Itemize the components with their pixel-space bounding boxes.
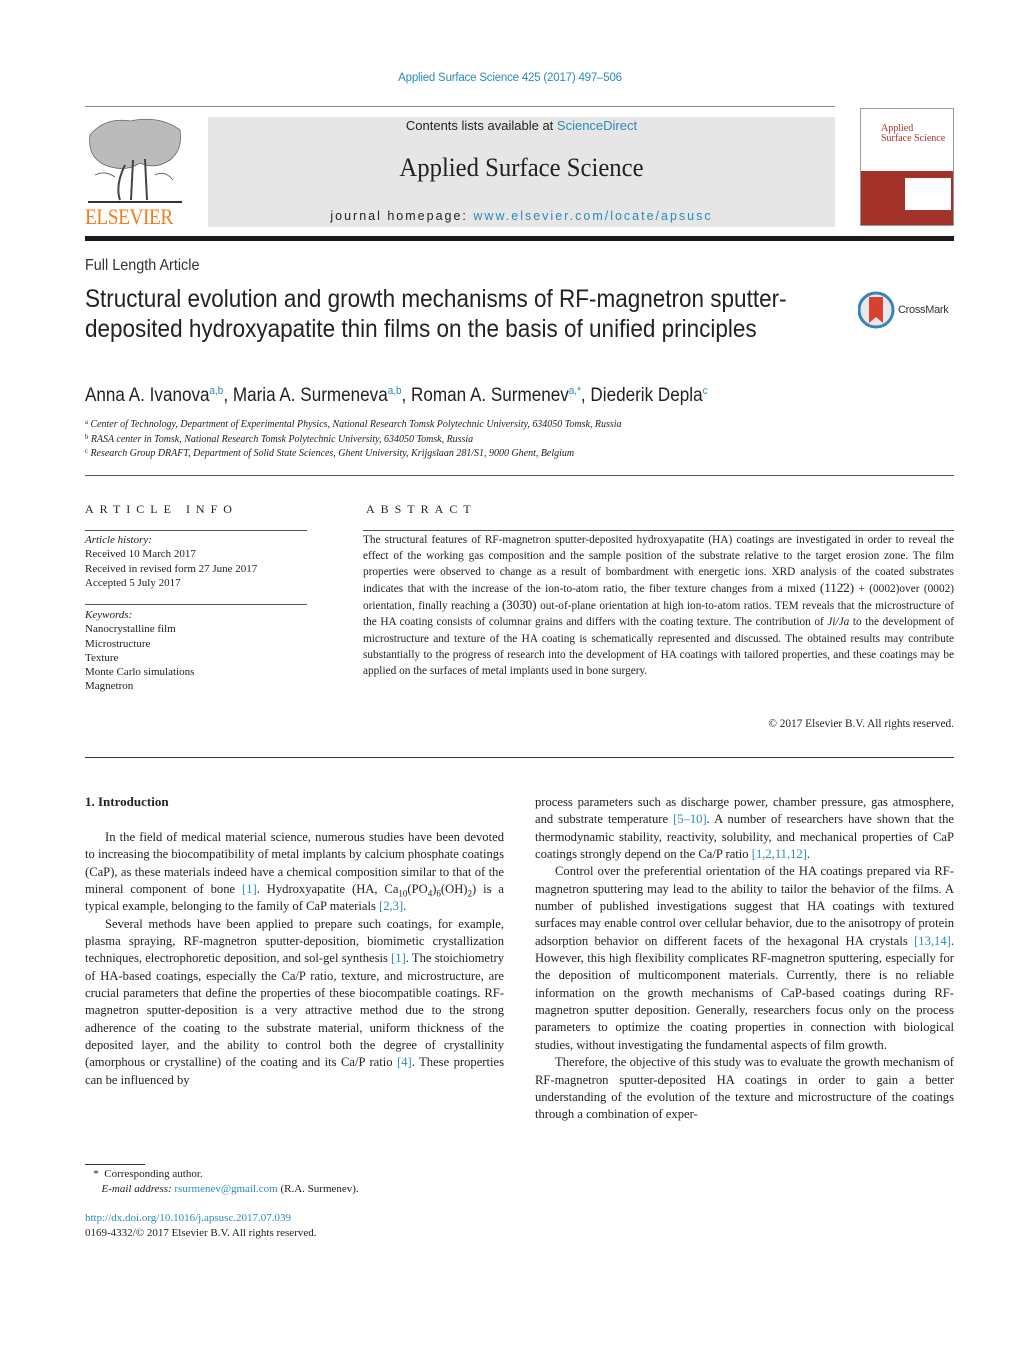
header-divider: [85, 106, 835, 107]
author-name[interactable]: Maria A. Surmeneva: [233, 385, 388, 406]
body-divider: [85, 757, 954, 758]
keywords-label: Keywords:: [85, 609, 133, 621]
citation-link[interactable]: [1]: [242, 882, 257, 896]
journal-homepage-line: journal homepage: www.elsevier.com/locat…: [208, 209, 835, 223]
affiliation-key: c: [85, 447, 88, 455]
paragraph: Therefore, the objective of this study w…: [535, 1055, 954, 1122]
keyword: Texture: [85, 651, 119, 664]
journal-banner: Contents lists available at ScienceDirec…: [208, 117, 835, 227]
section-divider: [85, 475, 954, 476]
sciencedirect-link[interactable]: ScienceDirect: [557, 118, 637, 133]
article-type: Full Length Article: [85, 257, 200, 274]
paragraph: Several methods have been applied to pre…: [85, 916, 504, 1087]
affiliation-text: RASA center in Tomsk, National Research …: [90, 434, 474, 445]
doi-block: http://dx.doi.org/10.1016/j.apsusc.2017.…: [85, 1211, 317, 1241]
article-title: Structural evolution and growth mechanis…: [85, 285, 787, 343]
paragraph: process parameters such as discharge pow…: [535, 795, 954, 862]
journal-cover-thumbnail[interactable]: Applied Surface Science: [860, 108, 954, 226]
homepage-prefix: journal homepage:: [330, 209, 474, 223]
footnotes: * Corresponding author. E-mail address: …: [85, 1167, 359, 1197]
cover-title: Applied Surface Science: [881, 124, 945, 144]
citation-link[interactable]: [13,14]: [914, 934, 951, 948]
affiliation-c: c Research Group DRAFT, Department of So…: [85, 447, 574, 459]
history-received: Received 10 March 2017: [85, 548, 196, 561]
author-affiliation-marker[interactable]: c: [703, 385, 708, 397]
info-divider: [85, 530, 307, 531]
article-history: Article history: Received 10 March 2017 …: [85, 533, 257, 590]
corresponding-author-note: * Corresponding author.: [93, 1168, 203, 1180]
cover-title-line2: Surface Science: [881, 133, 946, 144]
affiliation-key: b: [85, 433, 89, 441]
miller-index: (112̄2): [819, 580, 855, 596]
footnote-divider: [85, 1164, 145, 1165]
citation-link[interactable]: [5–10]: [673, 812, 707, 826]
citation-link[interactable]: [1]: [391, 951, 406, 965]
keyword: Microstructure: [85, 637, 151, 650]
journal-homepage-link[interactable]: www.elsevier.com/locate/apsusc: [473, 209, 712, 223]
journal-citation-link[interactable]: Applied Surface Science 425 (2017) 497–5…: [0, 72, 1020, 84]
citation-link[interactable]: [4]: [397, 1055, 412, 1069]
body-column-right: process parameters such as discharge pow…: [535, 794, 954, 1124]
contents-prefix: Contents lists available at: [405, 118, 557, 133]
journal-name: Applied Surface Science: [399, 153, 644, 182]
citation-link[interactable]: [2,3]: [379, 899, 403, 913]
affiliation-text: Research Group DRAFT, Department of Soli…: [90, 448, 575, 459]
keywords: Keywords: Nanocrystalline film Microstru…: [85, 608, 194, 694]
keyword: Monte Carlo simulations: [85, 666, 195, 679]
paragraph: Control over the preferential orientatio…: [535, 864, 954, 1052]
ion-atom-ratio: Ji/Ja: [827, 616, 850, 629]
elsevier-wordmark: ELSEVIER: [85, 204, 173, 229]
abstract-copyright: © 2017 Elsevier B.V. All rights reserved…: [768, 718, 954, 730]
keyword: Magnetron: [85, 680, 134, 693]
paragraph: In the field of medical material science…: [85, 830, 504, 914]
affiliation-text: Center of Technology, Department of Expe…: [90, 419, 622, 430]
affiliation-a: a Center of Technology, Department of Ex…: [85, 418, 621, 430]
author-affiliation-marker[interactable]: a,b: [210, 385, 224, 397]
crossmark-label[interactable]: CrossMark: [898, 304, 949, 316]
section-heading-introduction: 1. Introduction: [85, 794, 169, 809]
author-affiliation-marker[interactable]: a,*: [569, 385, 581, 397]
abstract-text: The structural features of RF-magnetron …: [363, 532, 954, 679]
history-revised: Received in revised form 27 June 2017: [85, 562, 258, 575]
author-name[interactable]: Roman A. Surmenev: [411, 385, 569, 406]
body-column-left: In the field of medical material science…: [85, 829, 504, 1089]
author-name[interactable]: Anna A. Ivanova: [85, 385, 210, 406]
author-list: Anna A. Ivanovaa,b, Maria A. Surmenevaa,…: [85, 385, 708, 406]
email-note: E-mail address: rsurmenev@gmail.com (R.A…: [101, 1183, 359, 1195]
miller-index: (303̄0): [501, 597, 537, 613]
affiliation-b: b RASA center in Tomsk, National Researc…: [85, 433, 473, 445]
citation-link[interactable]: [1,2,11,12]: [752, 847, 807, 861]
history-accepted: Accepted 5 July 2017: [85, 576, 181, 589]
header-thick-divider: [85, 236, 954, 241]
article-info-heading: ARTICLE INFO: [85, 502, 238, 516]
info-divider: [85, 604, 307, 605]
author-affiliation-marker[interactable]: a,b: [388, 385, 402, 397]
email-link[interactable]: rsurmenev@gmail.com: [174, 1183, 277, 1195]
author-name[interactable]: Diederik Depla: [590, 385, 702, 406]
affiliation-key: a: [85, 418, 88, 426]
cover-illustration: [905, 178, 951, 210]
abstract-heading: ABSTRACT: [366, 502, 477, 516]
issn-line: 0169-4332/© 2017 Elsevier B.V. All right…: [85, 1227, 317, 1239]
keyword: Nanocrystalline film: [85, 623, 176, 636]
abstract-divider: [363, 530, 954, 531]
contents-availability-line: Contents lists available at ScienceDirec…: [208, 118, 835, 133]
history-label: Article history:: [85, 534, 152, 546]
doi-link[interactable]: http://dx.doi.org/10.1016/j.apsusc.2017.…: [85, 1212, 291, 1224]
